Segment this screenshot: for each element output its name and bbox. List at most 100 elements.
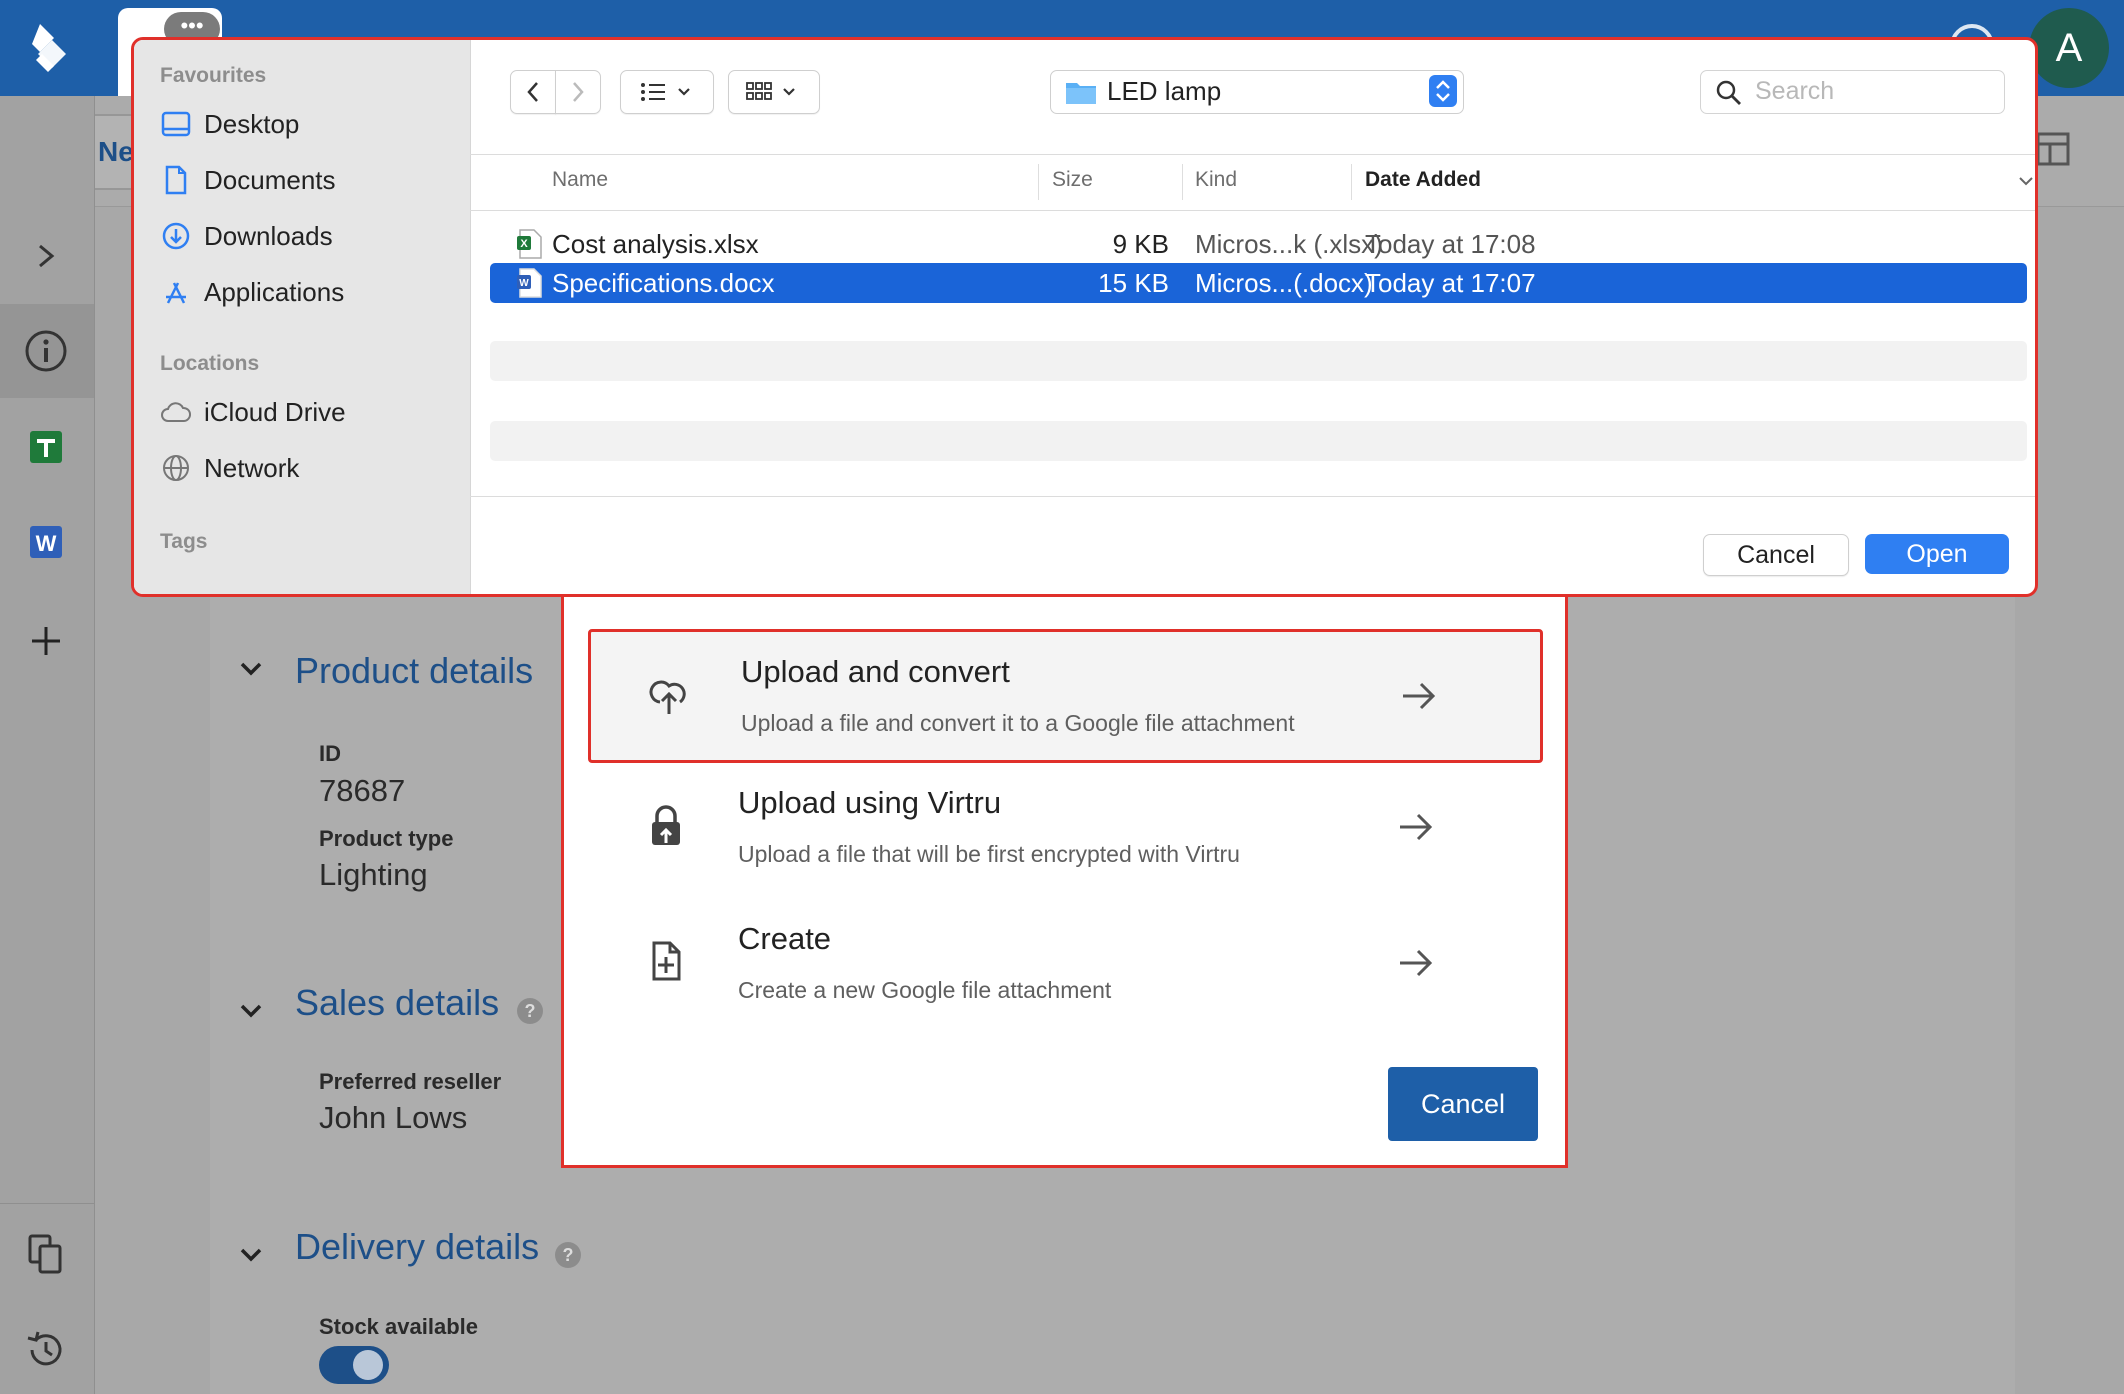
chevron-left-icon [527,82,538,102]
info-icon[interactable] [22,327,70,375]
app-logo-icon[interactable] [28,20,78,76]
sidebar-item-icloud-drive[interactable]: iCloud Drive [160,392,460,432]
layout-icon[interactable] [2036,132,2070,171]
column-size[interactable]: Size [1052,168,1093,192]
sidebar-item-downloads[interactable]: Downloads [160,216,460,256]
grid-view-icon [746,82,795,100]
lock-upload-icon [644,803,688,847]
collapse-chevron-icon[interactable] [238,996,264,1027]
open-button[interactable]: Open [1865,534,2009,574]
finder-sidebar: Favourites Desktop Documents Downloads A… [134,40,471,594]
cloud-upload-icon [647,672,691,716]
avatar[interactable]: A [2029,8,2109,88]
locations-heading: Locations [160,352,260,375]
column-separator [1182,164,1183,200]
column-separator [1038,164,1039,200]
list-view-button[interactable] [620,70,714,114]
expand-chevron-icon[interactable] [22,232,70,280]
upload-cancel-button[interactable]: Cancel [1388,1067,1538,1141]
folder-path-popup[interactable]: LED lamp [1050,70,1464,114]
option-description: Upload a file that will be first encrypt… [738,841,1240,867]
file-row-selected[interactable]: W Specifications.docx 15 KB Micros...(.d… [490,263,2027,303]
option-description: Upload a file and convert it to a Google… [741,710,1295,736]
grid-view-button[interactable] [728,70,820,114]
upload-using-virtru-option[interactable]: Upload using Virtru Upload a file that w… [588,763,1543,897]
desktop-icon [160,108,192,140]
header-separator [470,210,2035,211]
favourites-heading: Favourites [160,64,267,87]
globe-icon [160,452,192,484]
search-icon [1716,80,1741,105]
collapse-chevron-icon[interactable] [238,654,264,685]
sidebar-item-label: Downloads [204,220,333,251]
document-icon [160,164,192,196]
new-button-label: Ne [98,136,134,167]
applications-icon [160,276,192,308]
arrow-right-icon [1396,807,1436,847]
history-icon[interactable] [22,1326,70,1374]
search-input[interactable] [1753,75,1987,107]
sidebar-item-network[interactable]: Network [160,448,460,488]
sales-help-icon[interactable]: ? [517,998,543,1024]
column-kind[interactable]: Kind [1195,168,1237,192]
arrow-right-icon [1396,943,1436,983]
create-option[interactable]: Create Create a new Google file attachme… [588,899,1543,1033]
forward-button[interactable] [555,70,601,114]
id-value: 78687 [319,773,406,808]
footer-separator [470,496,2035,497]
upload-options-dialog: Upload and convert Upload a file and con… [561,594,1568,1168]
preferred-reseller-label: Preferred reseller [319,1069,502,1094]
column-date-added[interactable]: Date Added [1365,168,1481,192]
toggle-knob [353,1350,383,1380]
downloads-icon [160,220,192,252]
product-type-label: Product type [319,826,454,851]
sidebar-item-label: Desktop [204,108,300,139]
option-description: Create a new Google file attachment [738,977,1112,1003]
column-name[interactable]: Name [552,168,608,192]
list-view-icon [641,83,690,101]
sidebar-item-desktop[interactable]: Desktop [160,104,460,144]
file-open-dialog: Favourites Desktop Documents Downloads A… [131,37,2038,597]
sidebar-item-documents[interactable]: Documents [160,160,460,200]
file-row[interactable]: X Cost analysis.xlsx 9 KB Micros...k (.x… [490,224,2027,264]
file-size: 9 KB [1112,229,1169,259]
svg-text:X: X [520,238,528,250]
option-title: Upload using Virtru [738,785,1002,820]
file-kind: Micros...(.docx) [1195,268,1373,298]
option-title: Upload and convert [741,654,1010,689]
option-title: Create [738,921,832,956]
file-name: Specifications.docx [552,268,775,298]
popup-stepper-icon [1429,75,1457,107]
search-field[interactable] [1700,70,2005,114]
cloud-icon [160,396,192,428]
preferred-reseller-value: John Lows [319,1100,468,1135]
chevron-right-icon [573,82,584,102]
sales-details-title[interactable]: Sales details [295,982,499,1024]
delivery-help-icon[interactable]: ? [555,1242,581,1268]
word-file-icon: W [517,268,542,298]
file-size: 15 KB [1098,268,1169,298]
new-file-icon [644,939,688,983]
sidebar-item-label: Applications [204,276,345,307]
upload-and-convert-option[interactable]: Upload and convert Upload a file and con… [588,629,1543,763]
delivery-details-title[interactable]: Delivery details [295,1226,539,1268]
file-date: Today at 17:07 [1365,268,1536,298]
sort-chevron-down-icon[interactable] [2017,174,2035,188]
sidebar-item-label: Network [204,452,300,483]
copy-icon[interactable] [22,1230,70,1278]
product-details-title[interactable]: Product details [295,650,533,692]
svg-text:W: W [519,278,529,289]
file-kind: Micros...k (.xlsx) [1195,229,1383,259]
empty-row-stripe [490,341,2027,381]
collapse-chevron-icon[interactable] [238,1240,264,1271]
word-icon[interactable]: W [22,518,70,566]
svg-text:W: W [36,531,57,556]
cancel-button[interactable]: Cancel [1703,534,1849,576]
sheets-icon[interactable] [22,423,70,471]
tags-heading: Tags [160,530,208,553]
back-button[interactable] [510,70,556,114]
add-icon[interactable] [22,617,70,665]
empty-row-stripe [490,421,2027,461]
excel-file-icon: X [517,229,542,259]
sidebar-item-applications[interactable]: Applications [160,272,460,312]
